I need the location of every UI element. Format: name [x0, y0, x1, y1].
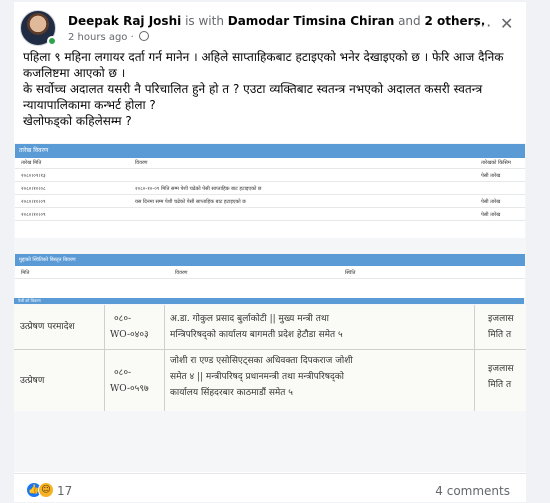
- post-footer: 👍 ☺ 17 4 comments: [14, 473, 526, 502]
- table-header-row: मिति विवरण स्थिति: [15, 268, 525, 279]
- table-row: २०८०।१०।०८ २०८०-१०-०९ मिति सम्म पेशी चढे…: [15, 184, 525, 195]
- reaction-count[interactable]: 17: [57, 484, 72, 498]
- table-row: २०८०।०९।१३ पेसी तारेख: [15, 171, 525, 182]
- case-description: मन्त्रिपरिषद्को कार्यालय बागमती प्रदेश ह…: [170, 330, 343, 340]
- table-cell: पेसी तारेख: [481, 212, 501, 218]
- case-type: उत्प्रेषण: [20, 376, 45, 386]
- post-text: पहिला ९ महिना लगायर दर्ता गर्न मानेन । अ…: [23, 49, 523, 129]
- online-status-icon: [47, 36, 57, 46]
- case-number: WO-०५९७: [110, 384, 149, 394]
- case-bench: मिति त: [488, 330, 512, 340]
- table-cell: २०८०।०९।१३: [21, 173, 46, 179]
- table-cell: यस दिनमा सम्म पेशी चढेको पेसी साप्ताहिक …: [135, 199, 246, 205]
- divider: [104, 305, 105, 411]
- care-reaction-icon[interactable]: ☺: [38, 482, 54, 498]
- post-card: Deepak Raj Joshi is with Damodar Timsina…: [14, 2, 526, 502]
- is-with-text: is with: [185, 14, 224, 28]
- case-description: समेत ४ || मन्त्रीपरिषद् प्रधानमन्त्री तथ…: [170, 372, 344, 382]
- post-line: कजलिष्टमा आएको छ ।: [23, 66, 126, 80]
- close-icon[interactable]: ✕: [500, 14, 513, 33]
- globe-icon: [138, 31, 149, 41]
- case-bench: मिति त: [488, 380, 512, 390]
- table-header: स्थिति: [345, 270, 356, 276]
- divider: [164, 305, 165, 411]
- table-header-row: तारेख मिति विवरण तारेखको किसिम: [15, 158, 525, 169]
- table-cell: पेसी तारेख: [481, 173, 501, 179]
- tagged-person[interactable]: Damodar Timsina Chiran: [228, 14, 395, 28]
- table-cell: २०८०।१०।०९: [21, 212, 46, 218]
- scanned-hearing-list: उत्प्रेषण परमादेश ०८०- WO-०४०३ अ.डा. गोक…: [14, 305, 526, 411]
- table-cell: २०८०।१०।०८: [21, 186, 46, 192]
- case-number: ०८०-: [114, 368, 132, 378]
- table-cell: २०८०-१०-०९ मिति सम्म पेशी चढेको पेसी साप…: [135, 186, 262, 192]
- hearing-date-panel: तारेख विवरण तारेख मिति विवरण तारेखको किस…: [15, 144, 525, 238]
- case-type: उत्प्रेषण परमादेश: [20, 322, 75, 332]
- table-header: विवरण: [135, 160, 148, 166]
- post-time[interactable]: 2 hours ago: [68, 32, 127, 43]
- case-bench: इजलास: [488, 364, 514, 374]
- case-description: जोशी रा एण्ड एसोसिएट्सका अधिवक्ता दिपकरा…: [170, 356, 353, 366]
- section-title: मुद्दाको स्थितिको बिस्तृत बिवरण: [15, 254, 525, 266]
- post-image[interactable]: तारेख विवरण तारेख मिति विवरण तारेखको किस…: [14, 143, 526, 472]
- case-number: WO-०४०३: [110, 330, 149, 340]
- post-header: Deepak Raj Joshi is with Damodar Timsina…: [14, 2, 526, 46]
- post-meta: 2 hours ago ·: [68, 31, 149, 43]
- table-header: तारेखको किसिम: [481, 160, 511, 166]
- post-line: न्यायापालिकामा कन्भर्ट होला ?: [23, 98, 156, 112]
- post-line: के सर्वोच्च अदालत यसरी नै परिचालित हुने …: [23, 82, 483, 96]
- table-header: तारेख मिति: [21, 160, 42, 166]
- table-row: २०८०।१०।०९ पेसी तारेख: [15, 210, 525, 221]
- author-line: Deepak Raj Joshi is with Damodar Timsina…: [68, 14, 485, 28]
- section-title: पेशी को विवरण: [14, 298, 524, 304]
- section-title: तारेख विवरण: [15, 144, 525, 158]
- post-line: खेलोफड्को कहिलेसम्म ?: [23, 114, 132, 128]
- table-cell: पेसी तारेख: [481, 199, 501, 205]
- case-description: अ.डा. गोकुल प्रसाद बुर्लाकोटी || मुख्य म…: [170, 314, 329, 324]
- post-line: पहिला ९ महिना लगायर दर्ता गर्न मानेन । अ…: [23, 50, 504, 64]
- case-status-panel: मुद्दाको स्थितिको बिस्तृत बिवरण मिति विव…: [15, 254, 525, 298]
- table-cell: २०८०।१०।०९: [21, 199, 46, 205]
- table-header: विवरण: [175, 270, 188, 276]
- case-number: ०८०-: [114, 314, 132, 324]
- author-name[interactable]: Deepak Raj Joshi: [68, 14, 181, 28]
- table-row: २०८०।१०।०९ यस दिनमा सम्म पेशी चढेको पेसी…: [15, 197, 525, 208]
- case-description: कार्यालय सिंहदरबार काठमाडौं समेत ५: [170, 388, 293, 398]
- case-bench: इजलास: [488, 314, 514, 324]
- table-header: मिति: [21, 270, 30, 276]
- more-options-icon[interactable]: ···: [474, 16, 492, 35]
- divider: [474, 305, 475, 411]
- divider: [14, 349, 526, 350]
- comments-count[interactable]: 4 comments: [435, 484, 510, 498]
- and-text: and: [398, 14, 421, 28]
